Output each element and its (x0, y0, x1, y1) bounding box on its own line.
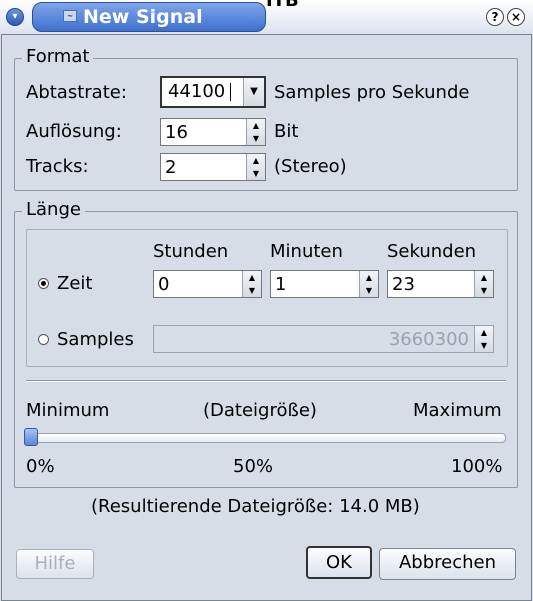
hours-value: 0 (158, 274, 170, 295)
time-radio[interactable] (38, 278, 49, 289)
ok-button[interactable]: OK (306, 546, 372, 579)
minutes-spinner-arrows[interactable]: ▲ ▼ (359, 271, 378, 297)
length-legend: Länge (22, 200, 85, 220)
sample-rate-unit: Samples pro Sekunde (274, 82, 470, 103)
resolution-spinner-arrows[interactable]: ▲ ▼ (246, 119, 265, 145)
sample-rate-combobox[interactable]: 44100 ▼ (160, 76, 266, 108)
slider-max-label: Maximum (413, 400, 502, 421)
format-legend: Format (22, 47, 94, 67)
time-label: Zeit (57, 273, 93, 294)
window-title: New Signal (83, 6, 203, 28)
samples-radio[interactable] (38, 334, 49, 345)
help-button[interactable]: Hilfe (16, 549, 94, 579)
help-icon[interactable]: ? (486, 8, 504, 26)
tracks-unit: (Stereo) (274, 156, 347, 177)
close-icon[interactable]: × (507, 8, 525, 26)
hours-spinner-arrows[interactable]: ▲ ▼ (242, 271, 261, 297)
seconds-header: Sekunden (387, 241, 477, 262)
tracks-spinbox[interactable]: 2 ▲ ▼ (160, 153, 266, 181)
seconds-value: 23 (392, 274, 415, 295)
sample-rate-label: Abtastrate: (26, 82, 127, 103)
tracks-value: 2 (165, 157, 177, 178)
samples-spinbox[interactable]: 3660300 ▲ ▼ (153, 325, 494, 353)
background-window-text: ITB (266, 0, 299, 11)
separator (26, 380, 506, 382)
combobox-dropdown-icon[interactable]: ▼ (243, 78, 264, 106)
sample-rate-value: 44100 (168, 81, 226, 102)
pct-50-label: 50% (233, 456, 274, 477)
resolution-unit: Bit (274, 121, 299, 142)
text-cursor (230, 83, 231, 101)
result-file-size: (Resultierende Dateigröße: 14.0 MB) (91, 496, 420, 517)
samples-value: 3660300 (388, 329, 469, 350)
slider-mid-label: (Dateigröße) (203, 400, 317, 421)
tracks-label: Tracks: (26, 156, 89, 177)
cancel-button[interactable]: Abbrechen (379, 548, 516, 580)
hours-spinbox[interactable]: 0 ▲ ▼ (153, 270, 262, 298)
resolution-value: 16 (165, 122, 188, 143)
file-size-slider-thumb[interactable] (24, 428, 38, 446)
pct-0-label: 0% (26, 456, 55, 477)
file-size-slider[interactable] (26, 433, 506, 443)
tracks-spinner-arrows[interactable]: ▲ ▼ (246, 154, 265, 180)
hours-header: Stunden (153, 241, 229, 262)
seconds-spinner-arrows[interactable]: ▲ ▼ (474, 271, 493, 297)
window-menu-icon[interactable]: ▾ (6, 8, 24, 26)
minutes-header: Minuten (270, 241, 343, 262)
seconds-spinbox[interactable]: 23 ▲ ▼ (387, 270, 494, 298)
resolution-label: Auflösung: (26, 121, 122, 142)
window-title-tab[interactable]: ~ New Signal (32, 2, 266, 32)
resolution-spinbox[interactable]: 16 ▲ ▼ (160, 118, 266, 146)
pct-100-label: 100% (451, 456, 503, 477)
app-icon: ~ (63, 10, 77, 22)
minutes-spinbox[interactable]: 1 ▲ ▼ (270, 270, 379, 298)
minutes-value: 1 (275, 274, 287, 295)
slider-min-label: Minimum (26, 400, 110, 421)
samples-spinner-arrows[interactable]: ▲ ▼ (474, 326, 493, 352)
samples-label: Samples (57, 329, 134, 350)
